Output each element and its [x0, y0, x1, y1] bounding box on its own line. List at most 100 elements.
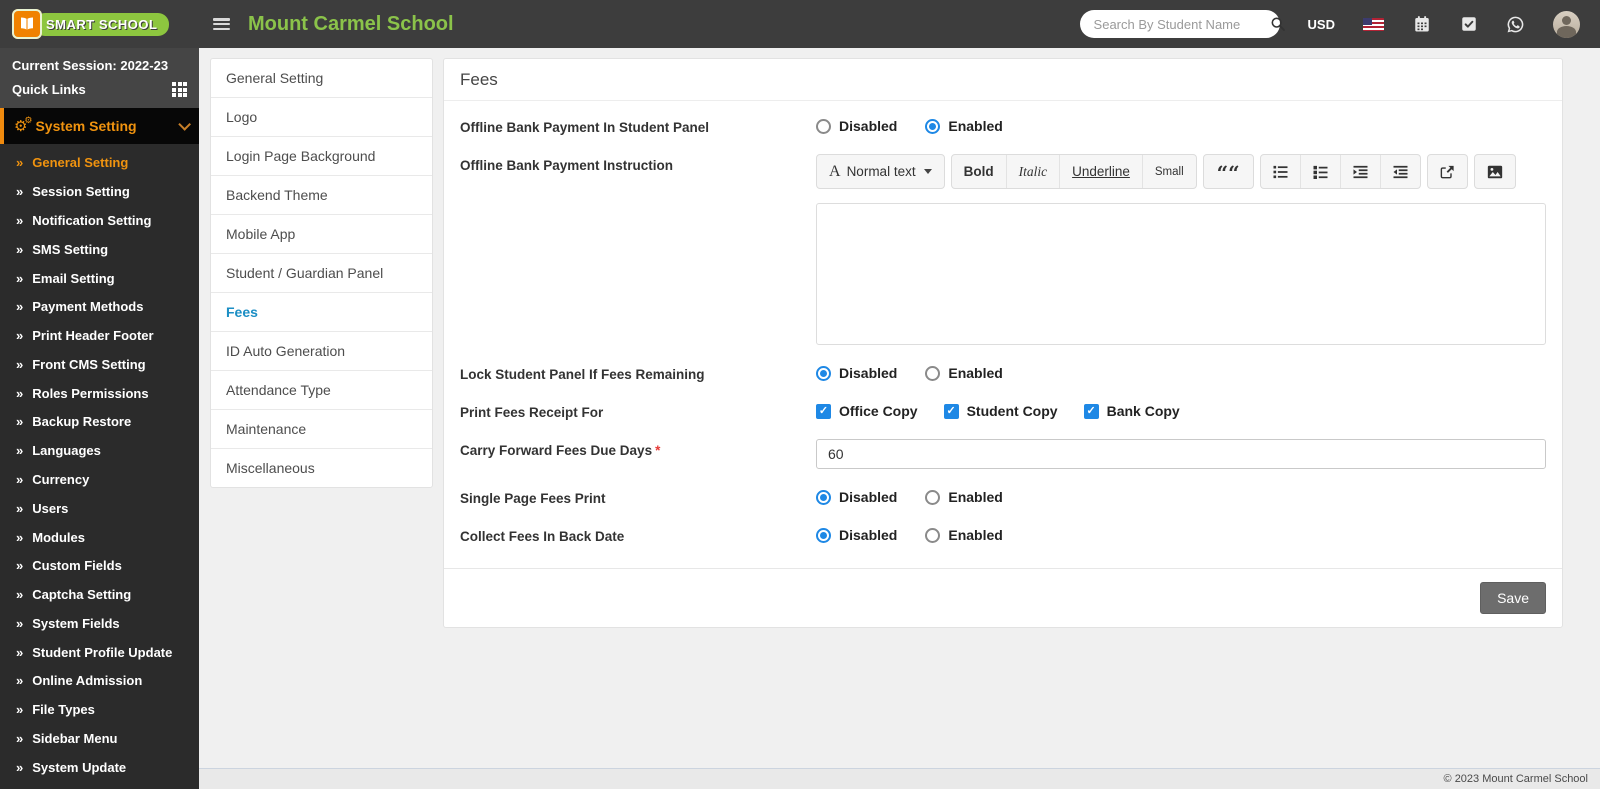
grid-icon[interactable]	[172, 82, 187, 97]
submenu-item-login-page-background[interactable]: Login Page Background	[211, 137, 432, 176]
submenu-item-backend-theme[interactable]: Backend Theme	[211, 176, 432, 215]
checkbox-checked-icon[interactable]	[1083, 403, 1099, 419]
user-avatar[interactable]	[1553, 10, 1580, 38]
sidebar-item-system-fields[interactable]: System Fields	[0, 610, 199, 639]
sidebar-item-online-admission[interactable]: Online Admission	[0, 667, 199, 696]
submenu-item-fees[interactable]: Fees	[211, 293, 432, 332]
text-style-dropdown[interactable]: A Normal text	[817, 155, 944, 188]
checkbox-label: Office Copy	[839, 403, 918, 419]
search-icon[interactable]	[1270, 15, 1286, 34]
radio-disabled[interactable]: Disabled	[816, 365, 897, 381]
radio-enabled[interactable]: Enabled	[925, 365, 1003, 381]
submenu-item-maintenance[interactable]: Maintenance	[211, 410, 432, 449]
double-arrow-icon	[16, 501, 23, 517]
submenu-item-general-setting[interactable]: General Setting	[211, 59, 432, 98]
sidebar-item-file-types[interactable]: File Types	[0, 696, 199, 725]
sidebar-item-sms-setting[interactable]: SMS Setting	[0, 235, 199, 264]
outdent-button[interactable]	[1341, 155, 1381, 188]
submenu-item-miscellaneous[interactable]: Miscellaneous	[211, 449, 432, 487]
share-square-icon	[1440, 165, 1454, 178]
sidebar-item-notification-setting[interactable]: Notification Setting	[0, 207, 199, 236]
checkbox-student-copy[interactable]: Student Copy	[943, 403, 1058, 419]
calendar-icon[interactable]	[1412, 15, 1431, 34]
double-arrow-icon	[16, 357, 23, 373]
radio-icon[interactable]	[925, 489, 941, 505]
radio-icon[interactable]	[925, 527, 941, 543]
radio-enabled[interactable]: Enabled	[925, 489, 1003, 505]
sidebar-item-backup-restore[interactable]: Backup Restore	[0, 408, 199, 437]
radio-enabled[interactable]: Enabled	[925, 527, 1003, 543]
sidebar-item-session-setting[interactable]: Session Setting	[0, 178, 199, 207]
blockquote-button[interactable]: ““	[1204, 155, 1253, 188]
italic-button[interactable]: Italic	[1007, 155, 1061, 188]
ordered-list-button[interactable]	[1261, 155, 1301, 188]
sidebar-item-label: System Fields	[32, 615, 120, 631]
radio-icon[interactable]	[816, 118, 831, 134]
tasks-icon[interactable]	[1459, 15, 1478, 34]
sidebar-item-system-update[interactable]: System Update	[0, 753, 199, 782]
sidebar-item-sidebar-menu[interactable]: Sidebar Menu	[0, 725, 199, 754]
checkbox-checked-icon[interactable]	[943, 403, 959, 419]
fees-form: Offline Bank Payment In Student Panel Di…	[444, 101, 1562, 627]
sidebar-item-custom-fields[interactable]: Custom Fields	[0, 552, 199, 581]
image-icon	[1487, 165, 1502, 178]
sidebar-item-roles-permissions[interactable]: Roles Permissions	[0, 379, 199, 408]
submenu-item-logo[interactable]: Logo	[211, 98, 432, 137]
sidebar-item-student-profile-update[interactable]: Student Profile Update	[0, 638, 199, 667]
bullet-list-button[interactable]	[1301, 155, 1341, 188]
small-text-button[interactable]: Small	[1143, 155, 1196, 188]
radio-icon-checked[interactable]	[816, 527, 831, 543]
carry-forward-days-input[interactable]	[816, 439, 1546, 469]
radio-icon-checked[interactable]	[816, 489, 831, 505]
sidebar-section-system-setting[interactable]: ⚙ System Setting	[0, 108, 199, 144]
sidebar-item-front-cms-setting[interactable]: Front CMS Setting	[0, 350, 199, 379]
sidebar-item-general-setting[interactable]: General Setting	[0, 149, 199, 178]
currency-label[interactable]: USD	[1308, 17, 1335, 32]
radio-disabled[interactable]: Disabled	[816, 489, 897, 505]
sidebar-item-email-setting[interactable]: Email Setting	[0, 264, 199, 293]
caret-down-icon	[923, 169, 932, 174]
checkbox-bank-copy[interactable]: Bank Copy	[1083, 403, 1180, 419]
instruction-editor-textarea[interactable]	[816, 203, 1546, 345]
submenu-item-id-auto-generation[interactable]: ID Auto Generation	[211, 332, 432, 371]
save-button[interactable]: Save	[1480, 582, 1546, 614]
radio-icon-checked[interactable]	[925, 118, 941, 134]
hamburger-menu-icon[interactable]	[213, 18, 230, 30]
double-arrow-icon	[16, 414, 23, 430]
radio-disabled[interactable]: Disabled	[816, 527, 897, 543]
sidebar-item-label: Email Setting	[32, 270, 115, 286]
sidebar-item-label: Payment Methods	[32, 299, 144, 315]
bold-button[interactable]: Bold	[952, 155, 1007, 188]
radio-icon[interactable]	[925, 365, 941, 381]
sidebar-item-users[interactable]: Users	[0, 494, 199, 523]
search-input[interactable]	[1093, 16, 1270, 32]
submenu-item-mobile-app[interactable]: Mobile App	[211, 215, 432, 254]
single-page-radio-group: Disabled Enabled	[816, 487, 1546, 505]
checkbox-label: Bank Copy	[1106, 403, 1180, 419]
submenu-item-attendance-type[interactable]: Attendance Type	[211, 371, 432, 410]
quick-links[interactable]: Quick Links	[12, 82, 187, 97]
sidebar-item-languages[interactable]: Languages	[0, 437, 199, 466]
sidebar: Current Session: 2022-23 Quick Links ⚙ S…	[0, 48, 199, 789]
sidebar-item-print-header-footer[interactable]: Print Header Footer	[0, 322, 199, 351]
sidebar-item-payment-methods[interactable]: Payment Methods	[0, 293, 199, 322]
radio-icon-checked[interactable]	[816, 365, 831, 381]
sidebar-item-captcha-setting[interactable]: Captcha Setting	[0, 581, 199, 610]
submenu-item-student-guardian-panel[interactable]: Student / Guardian Panel	[211, 254, 432, 293]
sidebar-item-label: Notification Setting	[32, 212, 152, 228]
radio-disabled[interactable]: Disabled	[816, 118, 897, 134]
checkbox-office-copy[interactable]: Office Copy	[816, 403, 918, 419]
radio-enabled[interactable]: Enabled	[925, 118, 1003, 134]
underline-button[interactable]: Underline	[1060, 155, 1143, 188]
us-flag-icon[interactable]	[1363, 17, 1384, 31]
brand-logo[interactable]: SMART SCHOOL	[0, 0, 199, 48]
indent-button[interactable]	[1381, 155, 1420, 188]
checkbox-checked-icon[interactable]	[816, 403, 831, 419]
checkbox-label: Student Copy	[966, 403, 1058, 419]
sidebar-item-currency[interactable]: Currency	[0, 466, 199, 495]
sidebar-item-modules[interactable]: Modules	[0, 523, 199, 552]
share-link-button[interactable]	[1428, 155, 1467, 188]
whatsapp-icon[interactable]	[1506, 15, 1525, 34]
sidebar-item-label: Backup Restore	[32, 414, 132, 430]
insert-image-button[interactable]	[1475, 155, 1515, 188]
